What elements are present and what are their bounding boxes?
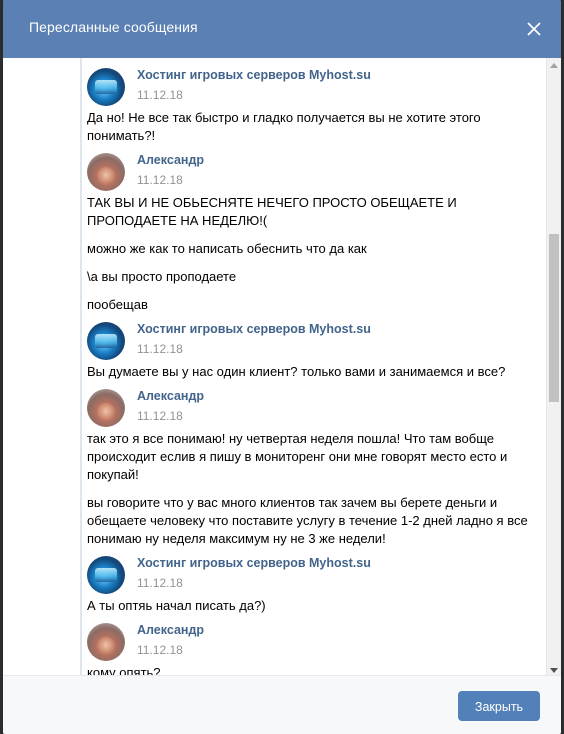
message-text: пообещав [87, 297, 148, 312]
message-header: Александр 11.12.18 [87, 153, 535, 193]
message-text: А ты оптяь начал писать да?) [87, 598, 266, 613]
modal-header: Пересланные сообщения [3, 0, 561, 58]
message-item: Александр 11.12.18 так это я все понимаю! … [87, 389, 535, 548]
modal-footer: Закрыть [3, 675, 561, 734]
message-text: так это я все понимаю! ну четвертая неде… [87, 431, 511, 482]
message-item: Хостинг игровых серверов Myhost.su 11.12.… [87, 322, 535, 381]
scroll-up-arrow-icon[interactable] [550, 63, 558, 68]
author-link[interactable]: Александр [137, 623, 204, 637]
message-text: Вы думаете вы у нас один клиент? только … [87, 364, 506, 379]
scrollbar[interactable] [546, 58, 561, 678]
avatar[interactable] [87, 153, 125, 191]
author-link[interactable]: Александр [137, 389, 204, 403]
avatar[interactable] [87, 68, 125, 106]
message-header: Хостинг игровых серверов Myhost.su 11.12.… [87, 68, 535, 108]
modal-title: Пересланные сообщения [29, 19, 198, 35]
message-text: Да но! Не все так быстро и гладко получа… [87, 110, 485, 143]
scroll-down-arrow-icon[interactable] [550, 668, 558, 673]
message-item: Хостинг игровых серверов Myhost.su 11.12.… [87, 68, 535, 145]
message-date[interactable]: 11.12.18 [137, 576, 183, 590]
message-text: можно же как то написать обеснить что да… [87, 241, 367, 256]
message-header: Хостинг игровых серверов Myhost.su 11.12.… [87, 322, 535, 362]
message-text: ТАК ВЫ И НЕ ОБЬЕСНЯТЕ НЕЧЕГО ПРОСТО ОБЕЩ… [87, 195, 461, 228]
avatar[interactable] [87, 322, 125, 360]
message-header: Александр 11.12.18 [87, 389, 535, 429]
message-item: Александр 11.12.18 кому опять? [87, 623, 535, 678]
avatar[interactable] [87, 389, 125, 427]
close-icon[interactable] [523, 18, 545, 40]
message-text: \а вы просто проподаете [87, 269, 237, 284]
message-header: Хостинг игровых серверов Myhost.su 11.12.… [87, 556, 535, 596]
message-date[interactable]: 11.12.18 [137, 173, 183, 187]
message-item: Хостинг игровых серверов Myhost.su 11.12.… [87, 556, 535, 615]
forwarded-messages-modal: Пересланные сообщения Хостинг игровых се… [3, 0, 561, 734]
author-link[interactable]: Хостинг игровых серверов Myhost.su [137, 68, 371, 82]
message-list: Хостинг игровых серверов Myhost.su 11.12.… [87, 68, 535, 678]
message-date[interactable]: 11.12.18 [137, 88, 183, 102]
message-text: вы говорите что у вас много клиентов так… [87, 495, 532, 546]
message-date[interactable]: 11.12.18 [137, 342, 183, 356]
message-date[interactable]: 11.12.18 [137, 409, 183, 423]
message-date[interactable]: 11.12.18 [137, 643, 183, 657]
modal-body[interactable]: Хостинг игровых серверов Myhost.su 11.12.… [3, 58, 561, 678]
thread-line [80, 58, 82, 678]
close-button[interactable]: Закрыть [458, 691, 540, 721]
message-item: Александр 11.12.18 ТАК ВЫ И НЕ ОБЬЕСНЯТЕ Н… [87, 153, 535, 314]
avatar[interactable] [87, 623, 125, 661]
avatar[interactable] [87, 556, 125, 594]
author-link[interactable]: Хостинг игровых серверов Myhost.su [137, 556, 371, 570]
message-header: Александр 11.12.18 [87, 623, 535, 663]
author-link[interactable]: Александр [137, 153, 204, 167]
scroll-thumb[interactable] [549, 234, 559, 402]
author-link[interactable]: Хостинг игровых серверов Myhost.su [137, 322, 371, 336]
